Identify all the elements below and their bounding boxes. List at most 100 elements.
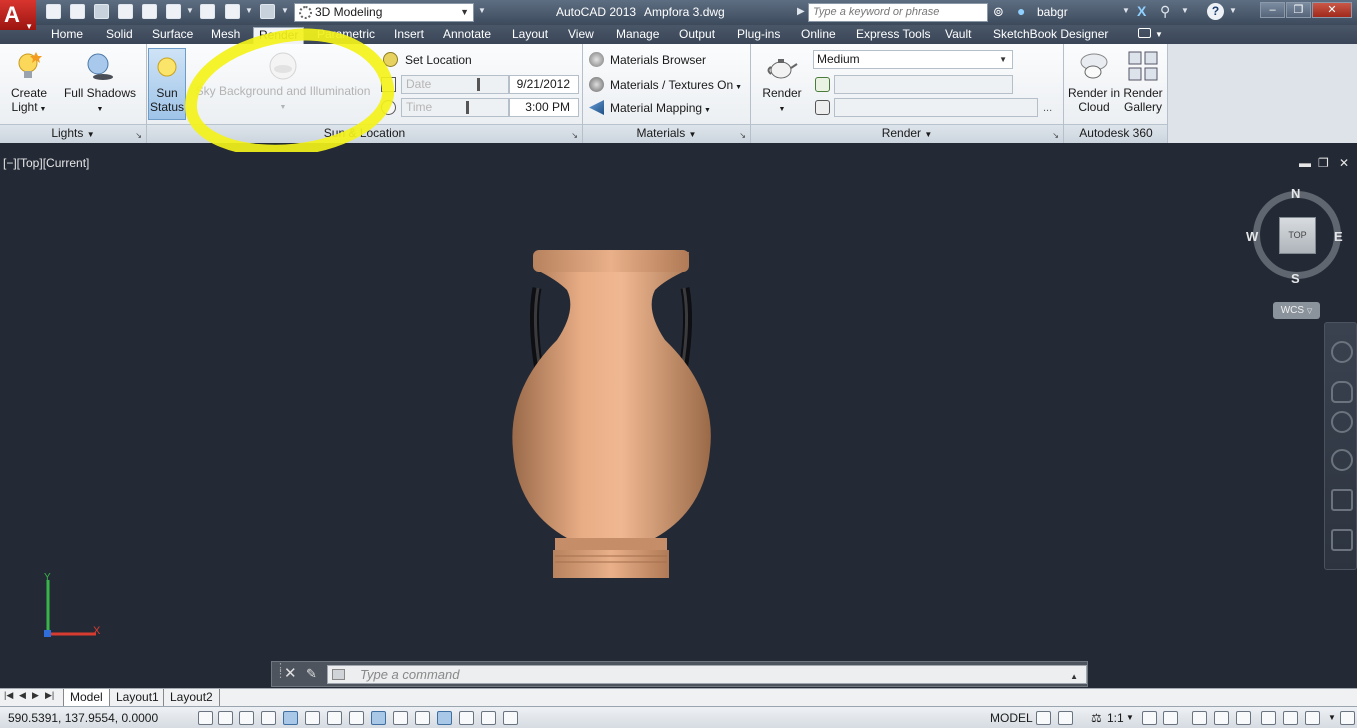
lights-panel-title[interactable]: Lights ▼ ↘ <box>0 124 146 143</box>
dynamic-ucs-icon[interactable] <box>371 711 386 725</box>
layout-tab-layout1[interactable]: Layout1 <box>109 689 165 706</box>
annotation-scale[interactable]: 1:1 <box>1107 711 1124 725</box>
sky-background-button[interactable]: Sky Background and Illumination ▼ <box>190 52 376 115</box>
compass-east[interactable]: E <box>1334 229 1343 244</box>
annotation-visibility-icon[interactable] <box>1142 711 1157 725</box>
set-location-button[interactable]: Set Location <box>383 52 472 68</box>
materials-textures-button[interactable]: Materials / Textures On ▼ <box>589 77 742 96</box>
browse-button[interactable]: ... <box>1043 102 1052 114</box>
tab-express-tools[interactable]: Express Tools <box>851 27 935 44</box>
amphora-model[interactable] <box>505 250 717 580</box>
dynamic-input-icon[interactable] <box>393 711 408 725</box>
open-sheetset-icon[interactable] <box>94 4 109 19</box>
search-input[interactable]: Type a keyword or phrase <box>808 3 988 22</box>
tab-layout[interactable]: Layout <box>507 27 553 44</box>
viewcube-top-face[interactable]: TOP <box>1279 217 1316 254</box>
pan-hand-icon[interactable] <box>1331 381 1353 403</box>
last-layout-icon[interactable]: ▶| <box>45 690 54 701</box>
render-output-path[interactable] <box>834 98 1038 117</box>
wcs-menu-button[interactable]: WCS ▽ <box>1273 302 1320 319</box>
date-value[interactable]: 9/21/2012 <box>509 75 579 94</box>
render-gallery-button[interactable]: Render Gallery <box>1122 50 1164 114</box>
close-icon[interactable]: ✕ <box>284 666 297 681</box>
quick-properties-icon[interactable] <box>459 711 474 725</box>
object-snap-tracking-icon[interactable] <box>349 711 364 725</box>
tab-online[interactable]: Online <box>796 27 841 44</box>
tab-plugins[interactable]: Plug-ins <box>732 27 785 44</box>
materials-panel-title[interactable]: Materials ▼ ↘ <box>583 124 750 143</box>
time-slider-thumb[interactable] <box>466 101 469 114</box>
application-menu-button[interactable]: A ▼ <box>0 0 36 31</box>
full-shadows-button[interactable]: Full Shadows ▼ <box>62 50 138 117</box>
user-name[interactable]: babgr <box>1037 5 1068 19</box>
infer-constraints-icon[interactable] <box>198 711 213 725</box>
3d-object-snap-icon[interactable] <box>327 711 342 725</box>
next-layout-icon[interactable]: ▶ <box>32 690 39 701</box>
model-space-button[interactable]: MODEL <box>990 711 1033 725</box>
time-value[interactable]: 3:00 PM <box>509 98 579 117</box>
tab-insert[interactable]: Insert <box>389 27 429 44</box>
clean-screen-icon[interactable] <box>1340 711 1355 725</box>
render-button[interactable]: Render ▼ <box>758 54 806 117</box>
compass-north[interactable]: N <box>1291 186 1300 201</box>
workspace-switcher[interactable]: 3D Modeling ▼ <box>294 3 474 22</box>
user-dropdown-icon[interactable]: ▼ <box>1122 6 1130 15</box>
polar-tracking-icon[interactable] <box>283 711 298 725</box>
help-dropdown-icon[interactable]: ▼ <box>1229 6 1237 15</box>
tab-vault[interactable]: Vault <box>940 27 976 44</box>
render-in-cloud-button[interactable]: Render in Cloud <box>1066 50 1122 114</box>
tab-manage[interactable]: Manage <box>611 27 664 44</box>
steering-wheel-icon[interactable] <box>1331 341 1353 363</box>
panel-launcher-icon[interactable]: ↘ <box>135 127 142 144</box>
command-input[interactable]: Type a command ▲ <box>327 665 1087 684</box>
toolbar-lock-icon[interactable] <box>1214 711 1229 725</box>
tab-parametric[interactable]: Parametric <box>312 27 380 44</box>
connect-icon[interactable]: ⚲ <box>1160 3 1170 20</box>
wrench-icon[interactable]: ✎ <box>306 666 317 682</box>
ortho-mode-icon[interactable] <box>261 711 276 725</box>
orbit-icon[interactable] <box>1331 449 1353 471</box>
render-quality-select[interactable]: Medium ▼ <box>813 50 1013 69</box>
compass-west[interactable]: W <box>1246 229 1258 244</box>
publish-dropdown-icon[interactable]: ▼ <box>186 6 194 15</box>
quick-view-drawings-icon[interactable] <box>1058 711 1073 725</box>
isolate-objects-icon[interactable] <box>1261 711 1276 725</box>
tab-render[interactable]: Render <box>253 27 305 44</box>
ribbon-minimize-icon[interactable] <box>1138 28 1151 38</box>
tab-mesh[interactable]: Mesh <box>206 27 245 44</box>
close-button[interactable]: ✕ <box>1312 2 1352 18</box>
materials-browser-button[interactable]: Materials Browser <box>589 52 706 68</box>
date-slider-thumb[interactable] <box>477 78 480 91</box>
layout-tab-model[interactable]: Model <box>63 689 109 706</box>
zoom-icon[interactable] <box>1331 411 1353 433</box>
tab-solid[interactable]: Solid <box>101 27 138 44</box>
material-mapping-button[interactable]: Material Mapping ▼ <box>589 100 711 119</box>
command-history-icon[interactable]: ▲ <box>1070 668 1078 685</box>
recent-commands-icon[interactable] <box>332 669 345 680</box>
workspace-switching-icon[interactable] <box>1192 711 1207 725</box>
panel-launcher-icon[interactable]: ↘ <box>1052 127 1059 144</box>
transparency-icon[interactable] <box>437 711 452 725</box>
connect-dropdown-icon[interactable]: ▼ <box>1181 6 1189 15</box>
save-as-icon[interactable] <box>142 4 157 19</box>
snap-mode-icon[interactable] <box>218 711 233 725</box>
restore-button[interactable]: ❐ <box>1286 2 1311 18</box>
customize-qat-icon[interactable]: ▼ <box>478 6 486 15</box>
compass-south[interactable]: S <box>1291 271 1300 286</box>
help-icon[interactable]: ? <box>1207 3 1224 20</box>
previous-layout-icon[interactable]: ◀ <box>19 690 26 701</box>
quick-view-layouts-icon[interactable] <box>1036 711 1051 725</box>
lineweight-icon[interactable] <box>415 711 430 725</box>
tab-sketchbook-designer[interactable]: SketchBook Designer <box>988 27 1113 44</box>
viewport-minimize-icon[interactable]: ▬ <box>1299 156 1311 170</box>
open-file-icon[interactable] <box>70 4 85 19</box>
tab-annotate[interactable]: Annotate <box>438 27 496 44</box>
annotation-scale-dropdown-icon[interactable]: ▼ <box>1126 713 1134 722</box>
binoculars-icon[interactable]: ⊚ <box>993 4 1004 20</box>
grid-display-icon[interactable] <box>239 711 254 725</box>
coordinates-readout[interactable]: 590.5391, 137.9554, 0.0000 <box>8 711 158 725</box>
tab-home[interactable]: Home <box>46 27 88 44</box>
panel-launcher-icon[interactable]: ↘ <box>739 127 746 144</box>
plot-icon[interactable] <box>200 4 215 19</box>
create-light-button[interactable]: Create Light ▼ <box>6 50 52 117</box>
